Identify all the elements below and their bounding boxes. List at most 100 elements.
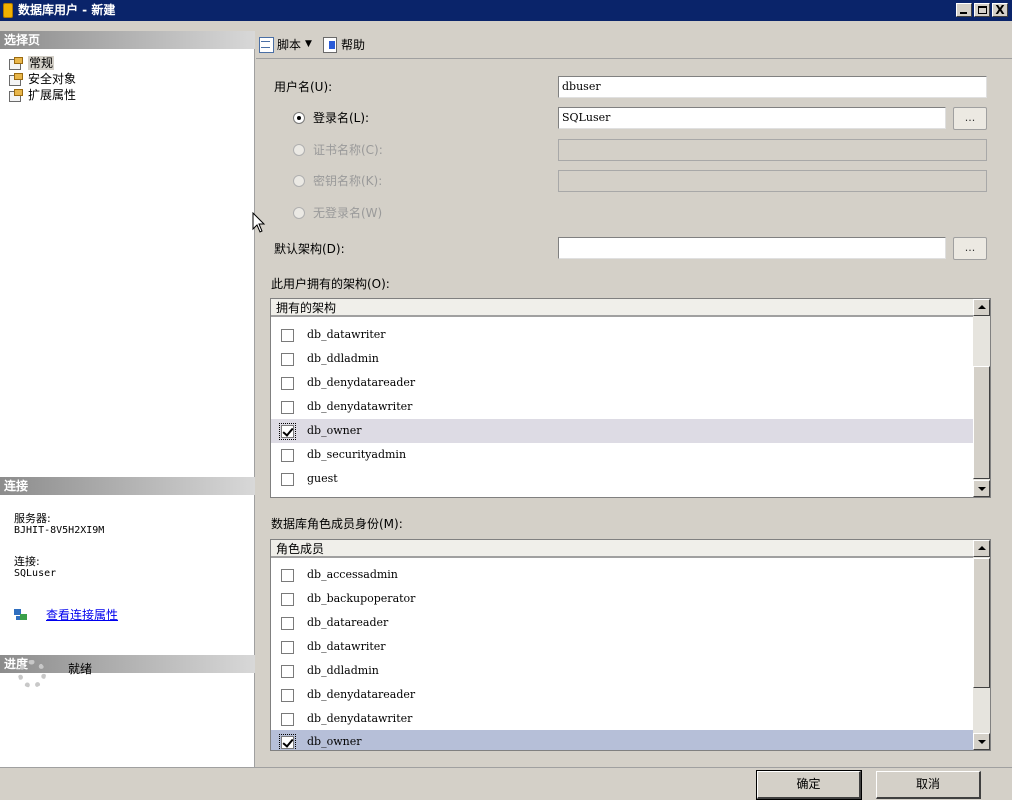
owned-schemas-list[interactable]: 拥有的架构 db_datawriter db_ddladmin db_denyd… [270,298,991,498]
list-item[interactable]: db_datareader [271,611,974,635]
scroll-thumb[interactable] [973,558,990,688]
schema-checkbox[interactable] [281,377,294,390]
schema-checkbox[interactable] [281,353,294,366]
schema-checkbox[interactable] [281,449,294,462]
help-icon [322,36,338,53]
maximize-button[interactable] [974,3,990,17]
schema-checkbox[interactable] [279,423,296,440]
role-membership-column-header[interactable]: 角色成员 [271,540,974,558]
view-connection-properties-label: 查看连接属性 [46,608,119,622]
cancel-button[interactable]: 取消 [876,771,981,799]
script-button[interactable]: 脚本 ▼ [258,34,312,54]
login-name-browse-button[interactable]: ... [953,107,987,130]
role-checkbox[interactable] [281,593,294,606]
schema-name: db_owner [307,424,362,437]
list-item[interactable]: db_datawriter [271,323,974,347]
help-label: 帮助 [340,37,365,52]
role-name: db_denydatawriter [307,712,413,725]
default-schema-field[interactable] [558,237,946,259]
certificate-name-field[interactable] [558,139,987,161]
schema-name: db_denydatareader [307,376,416,389]
role-checkbox[interactable] [281,665,294,678]
server-value: BJHIT-8V5H2XI9M [14,525,105,536]
role-name: db_backupoperator [307,592,416,605]
certificate-name-label: 证书名称(C): [313,143,383,157]
default-schema-label: 默认架构(D): [274,242,345,256]
user-name-label: 用户名(U): [274,80,333,94]
list-item[interactable]: db_ddladmin [271,659,974,683]
role-membership-label: 数据库角色成员身份(M): [271,517,403,531]
properties-page-icon [8,73,23,86]
caption-buttons: X [954,3,1008,17]
dialog-window: 数据库用户 - 新建 X 选择页 常规 安全对象 扩展属性 连接 服务器: BJ… [0,0,1012,800]
role-membership-scrollbar[interactable] [973,540,990,750]
list-item[interactable]: db_owner [271,730,974,750]
list-item[interactable]: db_accessadmin [271,563,974,587]
owned-schemas-column-header[interactable]: 拥有的架构 [271,299,974,317]
role-checkbox[interactable] [281,617,294,630]
connection-properties-icon [14,609,30,621]
scroll-down-button[interactable] [973,480,990,497]
role-membership-list[interactable]: 角色成员 db_accessadmin db_backupoperator db… [270,539,991,751]
page-item-securables[interactable]: 安全对象 [0,71,255,87]
login-name-label: 登录名(L): [313,111,370,125]
role-checkbox[interactable] [281,713,294,726]
scroll-up-button[interactable] [973,299,990,316]
minimize-button[interactable] [956,3,972,17]
properties-page-icon [8,57,23,70]
schema-checkbox[interactable] [281,401,294,414]
arrow-up-icon [978,546,986,550]
page-item-label: 扩展属性 [28,88,77,102]
page-list: 常规 安全对象 扩展属性 [0,55,255,103]
left-pane: 选择页 常规 安全对象 扩展属性 连接 服务器: BJHIT-8V5H2XI9M… [0,31,255,767]
schema-checkbox[interactable] [281,329,294,342]
role-name: db_owner [307,735,362,748]
list-item[interactable]: db_ddladmin [271,347,974,371]
list-item[interactable]: db_securityadmin [271,443,974,467]
connection-header: 连接 [0,477,255,495]
role-name: db_accessadmin [307,568,398,581]
server-info: 服务器: BJHIT-8V5H2XI9M [14,513,104,537]
list-item[interactable]: db_backupoperator [271,587,974,611]
key-name-field[interactable] [558,170,987,192]
script-icon [258,36,274,53]
without-login-label: 无登录名(W) [313,206,383,220]
user-name-field[interactable]: dbuser [558,76,987,98]
scroll-up-button[interactable] [973,540,990,557]
list-item[interactable]: db_denydatawriter [271,707,974,731]
scroll-down-button[interactable] [973,733,990,750]
list-item[interactable]: db_denydatawriter [271,395,974,419]
login-name-radio[interactable] [293,112,305,124]
owned-schemas-label: 此用户拥有的架构(O): [271,277,390,291]
without-login-radio[interactable] [293,207,305,219]
owned-schemas-scrollbar[interactable] [973,299,990,497]
ok-button[interactable]: 确定 [756,770,862,800]
page-item-general[interactable]: 常规 [0,55,255,71]
chevron-down-icon[interactable]: ▼ [305,39,312,49]
list-item[interactable]: db_denydatareader [271,371,974,395]
connection-info: 连接: SQLuser [14,556,56,580]
page-item-label: 常规 [28,56,55,70]
toolbar: 脚本 ▼ 帮助 [258,33,375,55]
list-item[interactable]: db_datawriter [271,635,974,659]
title-bar[interactable]: 数据库用户 - 新建 X [0,0,1012,21]
certificate-name-radio[interactable] [293,144,305,156]
scroll-thumb[interactable] [973,366,990,479]
role-checkbox[interactable] [281,569,294,582]
role-checkbox[interactable] [279,734,296,750]
close-button[interactable]: X [992,3,1008,17]
list-item[interactable]: guest [271,467,974,491]
key-name-radio[interactable] [293,175,305,187]
role-checkbox[interactable] [281,641,294,654]
list-item[interactable]: db_owner [271,419,974,443]
login-name-field[interactable]: SQLuser [558,107,946,129]
list-item[interactable]: db_denydatareader [271,683,974,707]
help-button[interactable]: 帮助 [322,34,365,54]
default-schema-browse-button[interactable]: ... [953,237,987,260]
page-item-extended-properties[interactable]: 扩展属性 [0,87,255,103]
server-label: 服务器: [14,512,51,525]
arrow-down-icon [978,487,986,491]
role-name: db_ddladmin [307,664,379,677]
schema-checkbox[interactable] [281,473,294,486]
role-checkbox[interactable] [281,689,294,702]
